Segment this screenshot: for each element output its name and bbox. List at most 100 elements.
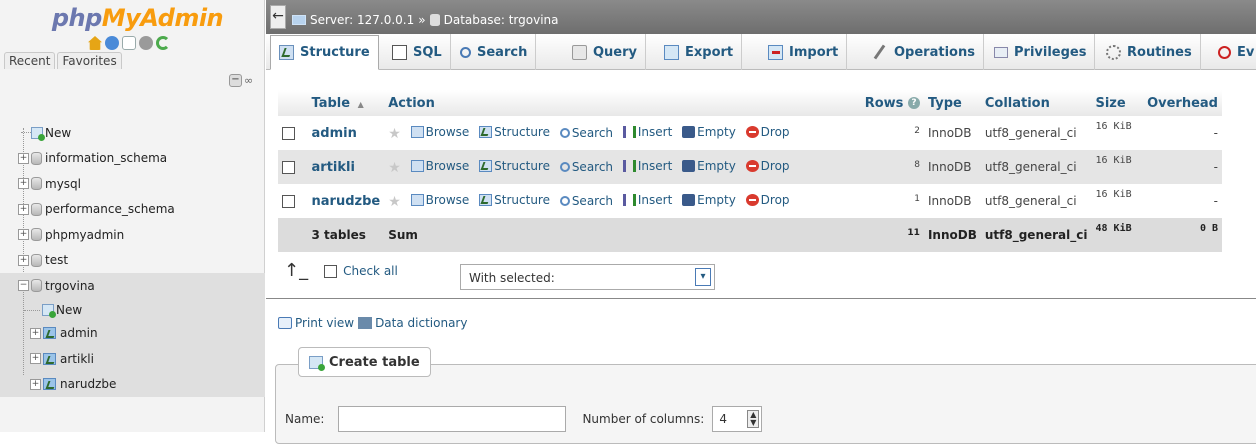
- tree-item-narudzbe[interactable]: + narudzbe: [0, 372, 265, 398]
- table-size[interactable]: 16 KiB: [1091, 150, 1144, 184]
- structure-link[interactable]: Structure: [479, 125, 550, 139]
- home-icon[interactable]: [88, 36, 102, 50]
- search-icon: [559, 128, 570, 138]
- sql-icon: [392, 44, 407, 60]
- tree-item-phpmyadmin[interactable]: + phpmyadmin: [0, 222, 265, 248]
- favorite-star-button[interactable]: ★: [388, 127, 401, 141]
- data-dictionary-icon: [358, 317, 373, 329]
- favorite-star-button[interactable]: ★: [388, 195, 401, 209]
- browse-link[interactable]: Browse: [410, 159, 469, 173]
- events-icon: [1218, 45, 1231, 59]
- tree-item-admin[interactable]: + admin: [0, 321, 265, 347]
- number-of-columns-input[interactable]: 4 ▲ ▼: [712, 406, 763, 432]
- reload-icon[interactable]: [156, 36, 170, 50]
- back-arrow-icon[interactable]: ←: [270, 5, 286, 29]
- tab-import[interactable]: Import: [760, 34, 848, 70]
- tree-item-test[interactable]: + test: [0, 248, 265, 274]
- tree-item-new[interactable]: New: [0, 120, 265, 146]
- row-checkbox[interactable]: [282, 127, 295, 140]
- favorite-star-button[interactable]: ★: [388, 161, 401, 175]
- search-icon: [559, 162, 570, 172]
- drop-link[interactable]: Drop: [745, 125, 790, 139]
- expand-icon[interactable]: +: [18, 152, 29, 164]
- table-size[interactable]: 16 KiB: [1091, 116, 1144, 150]
- tree-item-performance-schema[interactable]: + performance_schema: [0, 197, 265, 223]
- search-link[interactable]: Search: [559, 194, 613, 208]
- collapse-all-icon[interactable]: −: [229, 74, 242, 87]
- insert-link[interactable]: Insert: [622, 125, 672, 139]
- recent-tab[interactable]: Recent: [4, 52, 56, 69]
- print-view-link[interactable]: Print view: [278, 316, 354, 330]
- tab-query[interactable]: Query: [564, 34, 647, 70]
- expand-icon[interactable]: +: [30, 378, 41, 390]
- overhead: -: [1143, 116, 1222, 150]
- column-header-type[interactable]: Type: [923, 90, 981, 116]
- data-dictionary-link[interactable]: Data dictionary: [358, 316, 467, 330]
- breadcrumb-database[interactable]: Database: trgovina: [444, 13, 559, 27]
- with-selected-dropdown[interactable]: With selected: ▾: [460, 264, 715, 290]
- expand-icon[interactable]: +: [18, 229, 29, 241]
- drop-link[interactable]: Drop: [745, 193, 790, 207]
- tree-item-trgovina-new-table[interactable]: New: [0, 299, 265, 321]
- tab-export[interactable]: Export: [656, 34, 743, 70]
- insert-link[interactable]: Insert: [622, 193, 672, 207]
- phpmyadmin-logo[interactable]: phpMyAdmin: [20, 4, 255, 32]
- drop-link[interactable]: Drop: [745, 159, 790, 173]
- nav-icon-bar: [88, 36, 170, 50]
- empty-link[interactable]: Empty: [682, 193, 736, 207]
- logout-icon[interactable]: [105, 36, 119, 50]
- table-icon: [43, 327, 56, 340]
- favorites-tab[interactable]: Favorites: [57, 52, 122, 69]
- column-header-overhead[interactable]: Overhead: [1143, 90, 1222, 116]
- tab-sql[interactable]: SQL: [384, 34, 451, 70]
- breadcrumb-separator: »: [418, 13, 426, 27]
- table-name-link[interactable]: narudzbe: [307, 184, 385, 218]
- tab-events[interactable]: Ev: [1210, 34, 1256, 70]
- column-header-size[interactable]: Size: [1091, 90, 1144, 116]
- browse-link[interactable]: Browse: [410, 193, 469, 207]
- table-name-input[interactable]: [338, 406, 567, 432]
- help-icon[interactable]: ?: [907, 97, 920, 109]
- search-link[interactable]: Search: [559, 160, 613, 174]
- empty-link[interactable]: Empty: [682, 125, 736, 139]
- tab-operations[interactable]: Operations: [864, 34, 984, 70]
- check-all-label[interactable]: Check all: [343, 264, 398, 278]
- tab-routines[interactable]: Routines: [1098, 34, 1201, 70]
- collapse-icon[interactable]: −: [18, 280, 29, 292]
- link-with-main-icon[interactable]: ∞: [244, 74, 258, 87]
- summary-overhead: 0 B: [1143, 218, 1222, 252]
- structure-link[interactable]: Structure: [479, 193, 550, 207]
- insert-link[interactable]: Insert: [622, 159, 672, 173]
- table-name-link[interactable]: admin: [307, 116, 385, 150]
- tab-structure[interactable]: Structure: [270, 35, 379, 70]
- column-header-table[interactable]: Table ▲: [307, 90, 385, 116]
- tree-item-artikli[interactable]: + artikli: [0, 346, 265, 372]
- check-all-checkbox[interactable]: [324, 264, 338, 278]
- tab-search[interactable]: Search: [452, 34, 537, 70]
- row-actions: ★ Browse Structure Search Insert Empty D…: [384, 116, 852, 150]
- tree-item-trgovina[interactable]: − trgovina: [0, 273, 265, 299]
- table-size[interactable]: 16 KiB: [1091, 184, 1144, 218]
- browse-link[interactable]: Browse: [410, 125, 469, 139]
- expand-icon[interactable]: +: [18, 203, 29, 215]
- expand-icon[interactable]: +: [30, 353, 41, 365]
- breadcrumb-server[interactable]: Server: 127.0.0.1: [310, 13, 414, 27]
- spinner-icon[interactable]: ▲ ▼: [747, 410, 760, 428]
- expand-icon[interactable]: +: [18, 178, 29, 190]
- column-header-collation[interactable]: Collation: [980, 90, 1092, 116]
- expand-icon[interactable]: +: [18, 254, 29, 266]
- empty-link[interactable]: Empty: [682, 159, 736, 173]
- tab-privileges[interactable]: Privileges: [986, 34, 1096, 70]
- settings-icon[interactable]: [139, 36, 153, 50]
- row-checkbox[interactable]: [282, 161, 295, 174]
- table-name-link[interactable]: artikli: [307, 150, 385, 184]
- docs-icon[interactable]: [122, 36, 136, 50]
- row-checkbox[interactable]: [282, 195, 295, 208]
- tree-item-information-schema[interactable]: + information_schema: [0, 146, 265, 172]
- search-link[interactable]: Search: [559, 126, 613, 140]
- expand-icon[interactable]: +: [30, 327, 41, 339]
- structure-link[interactable]: Structure: [479, 159, 550, 173]
- browse-icon: [410, 160, 424, 172]
- tree-item-mysql[interactable]: + mysql: [0, 171, 265, 197]
- search-icon: [460, 46, 471, 58]
